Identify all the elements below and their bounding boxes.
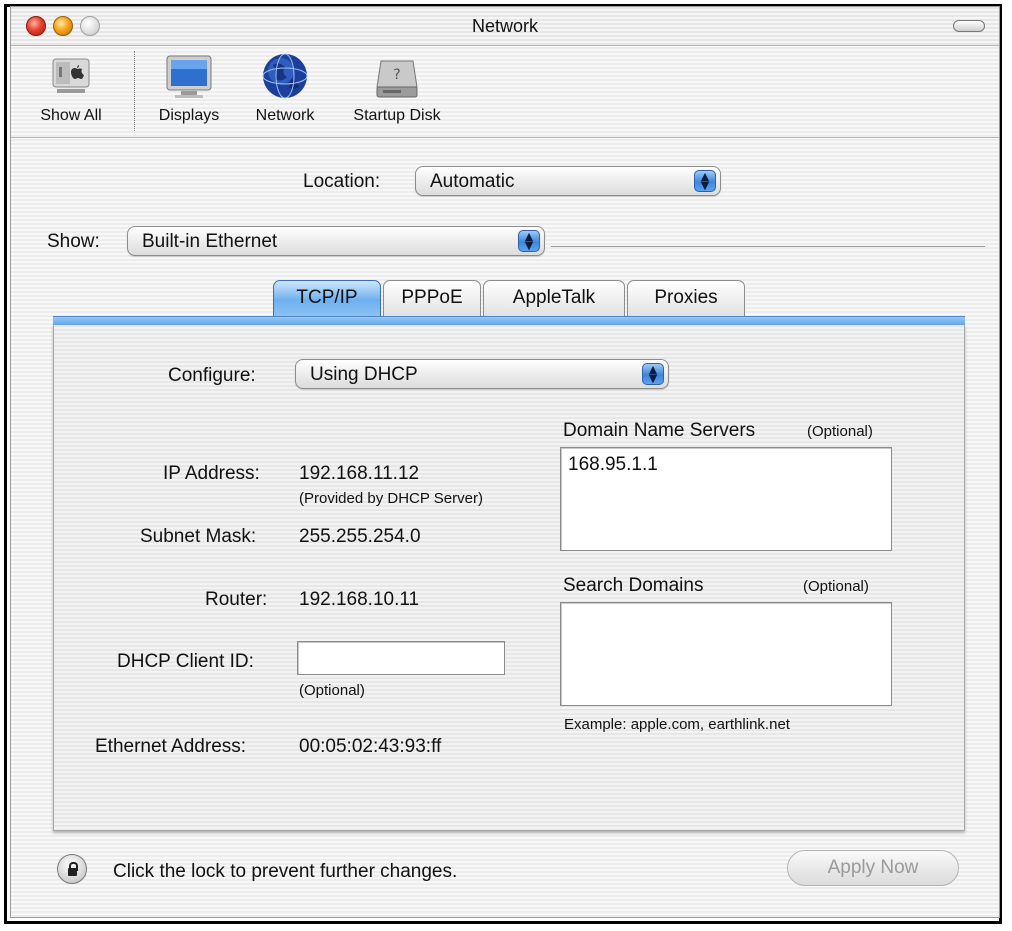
toolbar-label-startup-disk: Startup Disk	[353, 107, 441, 124]
updown-arrows-icon: ▲ ▼	[694, 170, 716, 192]
toolbar-startup-disk[interactable]: ? Startup Disk	[337, 51, 457, 125]
title-bar: Network	[11, 7, 999, 46]
ethernet-address-value: 00:05:02:43:93:ff	[299, 736, 442, 757]
ethernet-address-label: Ethernet Address:	[95, 736, 247, 757]
toolbar-label-show-all: Show All	[40, 107, 102, 124]
updown-arrows-icon: ▲ ▼	[642, 363, 664, 385]
configure-label: Configure:	[168, 365, 256, 386]
toolbar-show-all[interactable]: Show All	[29, 51, 113, 125]
apply-now-button[interactable]: Apply Now	[787, 850, 959, 886]
dns-servers-value: 168.95.1.1	[568, 454, 658, 475]
display-icon	[166, 55, 212, 98]
tab-proxies[interactable]: Proxies	[627, 280, 745, 316]
dns-optional: (Optional)	[807, 423, 873, 440]
network-window: Network Show All Displays Network ? Star…	[10, 6, 1000, 918]
tab-pppoe[interactable]: PPPoE	[383, 280, 481, 316]
router-value: 192.168.10.11	[299, 589, 420, 610]
toolbar-separator	[134, 51, 135, 131]
tab-tcpip[interactable]: TCP/IP	[273, 280, 381, 316]
tab-appletalk[interactable]: AppleTalk	[483, 280, 625, 316]
lock-icon-body	[68, 868, 77, 876]
ip-address-value: 192.168.11.12	[299, 463, 420, 484]
dns-label: Domain Name Servers	[563, 420, 756, 441]
window-title: Network	[471, 16, 538, 36]
dns-servers-field[interactable]: 168.95.1.1	[560, 447, 892, 551]
dhcp-client-id-label: DHCP Client ID:	[117, 651, 254, 672]
dhcp-client-id-field[interactable]	[297, 641, 505, 675]
router-label: Router:	[205, 589, 268, 610]
search-domains-example: Example: apple.com, earthlink.net	[564, 716, 790, 733]
search-domains-optional: (Optional)	[803, 578, 869, 595]
toolbar-label-network: Network	[255, 107, 315, 124]
globe-icon	[262, 53, 308, 99]
lock-message: Click the lock to prevent further change…	[113, 861, 458, 882]
location-popup[interactable]: Automatic ▲ ▼	[415, 166, 721, 196]
subnet-mask-label: Subnet Mask:	[140, 526, 257, 547]
location-value: Automatic	[430, 171, 515, 192]
show-value: Built-in Ethernet	[142, 231, 278, 252]
show-divider	[551, 246, 985, 247]
toolbar-network[interactable]: Network	[245, 51, 325, 125]
search-domains-field[interactable]	[560, 602, 892, 706]
location-label: Location:	[303, 171, 381, 192]
apple-logo-icon	[52, 58, 90, 93]
dhcp-client-id-note: (Optional)	[299, 682, 365, 699]
toolbar-toggle-button[interactable]	[953, 20, 985, 32]
ip-address-note: (Provided by DHCP Server)	[299, 490, 483, 507]
configure-popup[interactable]: Using DHCP ▲ ▼	[295, 359, 669, 389]
subnet-mask-value: 255.255.254.0	[299, 526, 421, 547]
toolbar-label-displays: Displays	[158, 107, 220, 124]
configure-value: Using DHCP	[310, 364, 418, 385]
hard-disk-icon: ?	[376, 60, 418, 98]
svg-text:?: ?	[393, 67, 400, 83]
ip-address-label: IP Address:	[163, 463, 260, 484]
show-label: Show:	[47, 231, 100, 252]
updown-arrows-icon: ▲ ▼	[518, 230, 540, 252]
search-domains-label: Search Domains	[563, 575, 704, 596]
lock-button[interactable]	[57, 854, 87, 884]
toolbar-displays[interactable]: Displays	[149, 51, 229, 125]
show-popup[interactable]: Built-in Ethernet ▲ ▼	[127, 226, 545, 256]
toolbar: Show All Displays Network ? Startup Disk	[11, 45, 999, 138]
